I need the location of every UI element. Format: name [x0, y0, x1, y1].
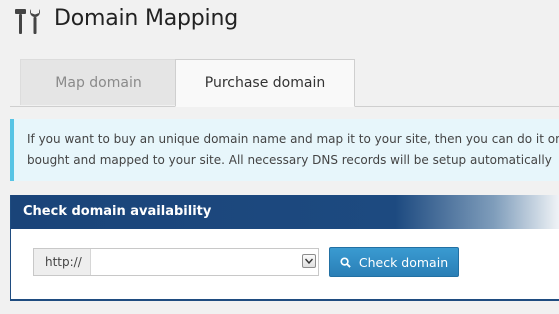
notice-line-2: bought and mapped to your site. All nece…: [27, 153, 552, 167]
page-header: Domain Mapping: [0, 0, 559, 40]
check-domain-panel: Check domain availability http:// Check …: [10, 195, 559, 301]
panel-header: Check domain availability: [11, 195, 559, 229]
domain-url-group: http://: [33, 248, 319, 276]
page-title: Domain Mapping: [54, 6, 238, 31]
page: Domain Mapping Map domain Purchase domai…: [0, 0, 559, 314]
search-icon: [340, 256, 351, 268]
notice-line-1: If you want to buy an unique domain name…: [27, 132, 559, 146]
tools-icon: [15, 9, 40, 34]
chevron-down-icon: [305, 258, 313, 264]
check-domain-button[interactable]: Check domain: [329, 247, 459, 277]
panel-title: Check domain availability: [23, 204, 212, 219]
tab-bar: Map domain Purchase domain: [10, 59, 559, 107]
domain-input[interactable]: [91, 249, 318, 275]
tab-map-domain[interactable]: Map domain: [20, 59, 177, 105]
url-dropdown-toggle[interactable]: [302, 254, 316, 268]
info-notice: If you want to buy an unique domain name…: [10, 119, 559, 181]
tab-purchase-domain[interactable]: Purchase domain: [175, 59, 355, 107]
url-prefix-label: http://: [34, 249, 91, 275]
check-domain-button-label: Check domain: [358, 254, 449, 270]
